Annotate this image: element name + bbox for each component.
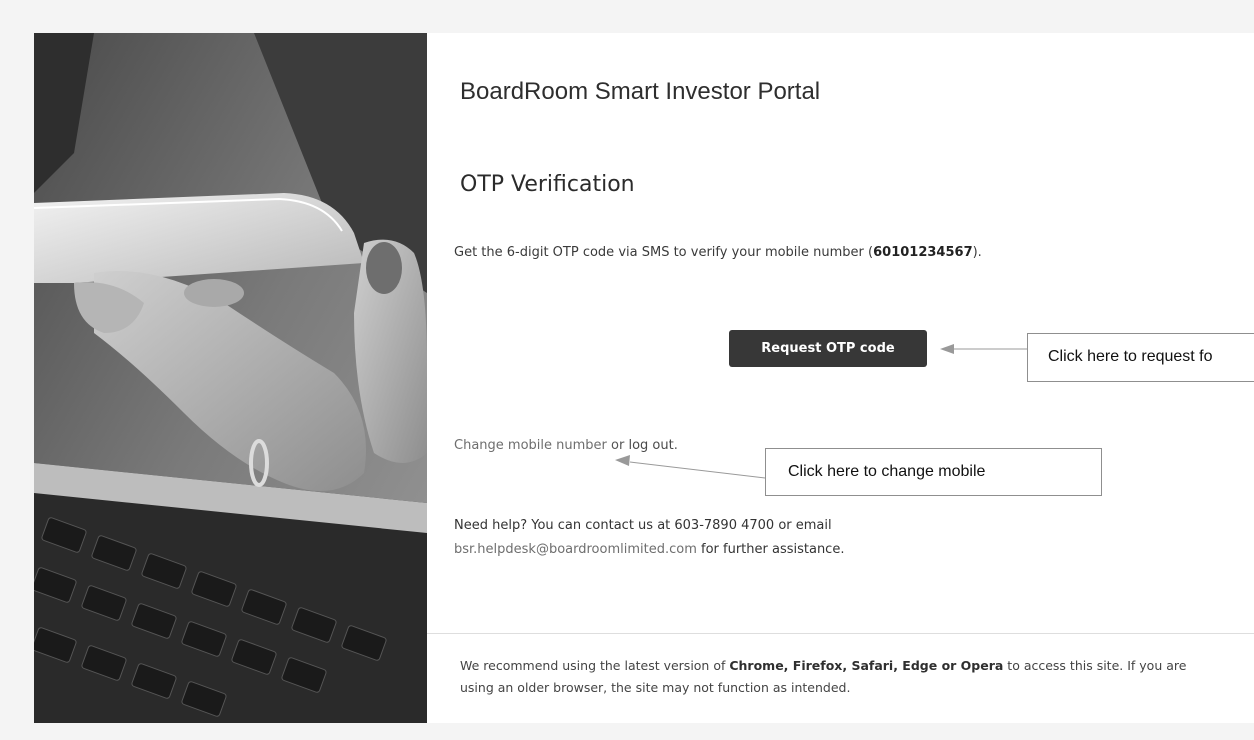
browser-note-prefix: We recommend using the latest version of — [460, 658, 730, 673]
change-mobile-line: Change mobile number or log out. — [454, 438, 678, 453]
footer-divider — [427, 633, 1254, 634]
otp-description-suffix: ). — [972, 245, 982, 260]
or-text: or — [606, 438, 629, 453]
help-line-2: bsr.helpdesk@boardroomlimited.com for fu… — [454, 538, 844, 562]
browser-list: Chrome, Firefox, Safari, Edge or Opera — [729, 658, 1004, 673]
change-mobile-link[interactable]: Change mobile number — [454, 438, 607, 453]
otp-description-prefix: Get the 6-digit OTP code via SMS to veri… — [454, 245, 874, 260]
portal-title: BoardRoom Smart Investor Portal — [460, 78, 821, 105]
helpdesk-email-link[interactable]: bsr.helpdesk@boardroomlimited.com — [454, 542, 697, 557]
log-out-link[interactable]: log out — [628, 438, 673, 453]
mobile-number: 60101234567 — [873, 245, 973, 260]
hero-photo — [34, 33, 427, 723]
otp-heading: OTP Verification — [460, 172, 635, 197]
help-line-2-suffix: for further assistance. — [696, 542, 845, 557]
request-otp-button[interactable]: Request OTP code — [729, 330, 927, 367]
period-text: . — [673, 438, 678, 453]
help-text: Need help? You can contact us at 603-789… — [454, 514, 844, 562]
change-mobile-callout: Click here to change mobile — [765, 448, 1102, 496]
request-otp-callout: Click here to request fo — [1027, 333, 1254, 382]
browser-recommendation: We recommend using the latest version of… — [460, 655, 1220, 699]
otp-description: Get the 6-digit OTP code via SMS to veri… — [454, 245, 982, 260]
help-line-1: Need help? You can contact us at 603-789… — [454, 518, 832, 533]
